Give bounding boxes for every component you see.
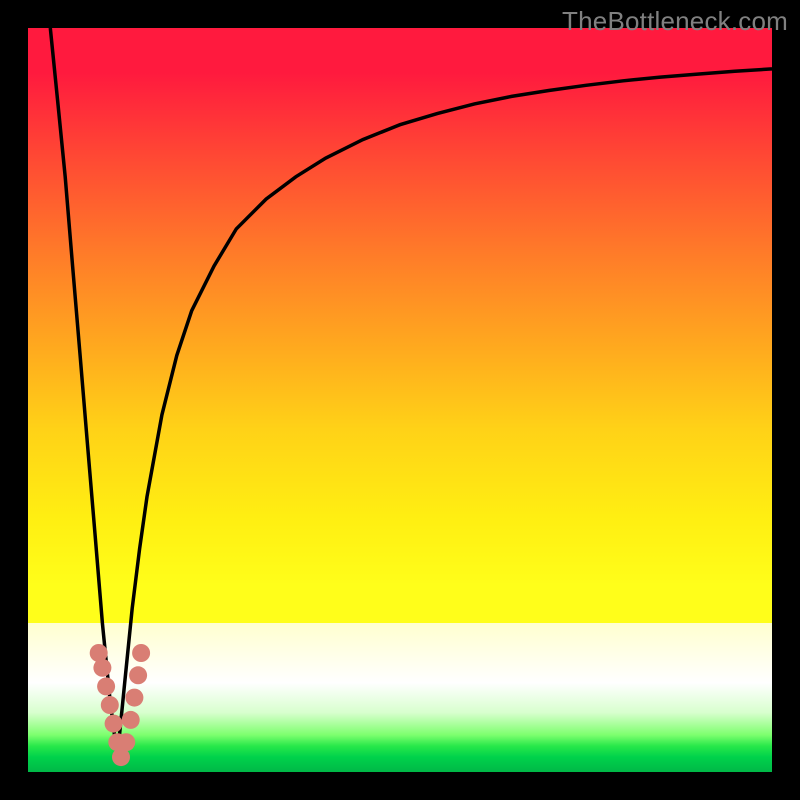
dot <box>93 659 111 677</box>
dot <box>129 666 147 684</box>
watermark-text: TheBottleneck.com <box>562 6 788 37</box>
curve-layer <box>28 28 772 772</box>
dot <box>101 696 119 714</box>
bottleneck-curve-left <box>50 28 117 757</box>
highlight-dots <box>90 644 150 766</box>
chart-frame: TheBottleneck.com <box>0 0 800 800</box>
bottleneck-curve-right <box>117 69 772 757</box>
curve-group <box>50 28 772 757</box>
dot <box>122 711 140 729</box>
dot <box>117 733 135 751</box>
plot-area <box>28 28 772 772</box>
dot <box>132 644 150 662</box>
dot <box>97 677 115 695</box>
dot <box>125 689 143 707</box>
dot <box>105 715 123 733</box>
